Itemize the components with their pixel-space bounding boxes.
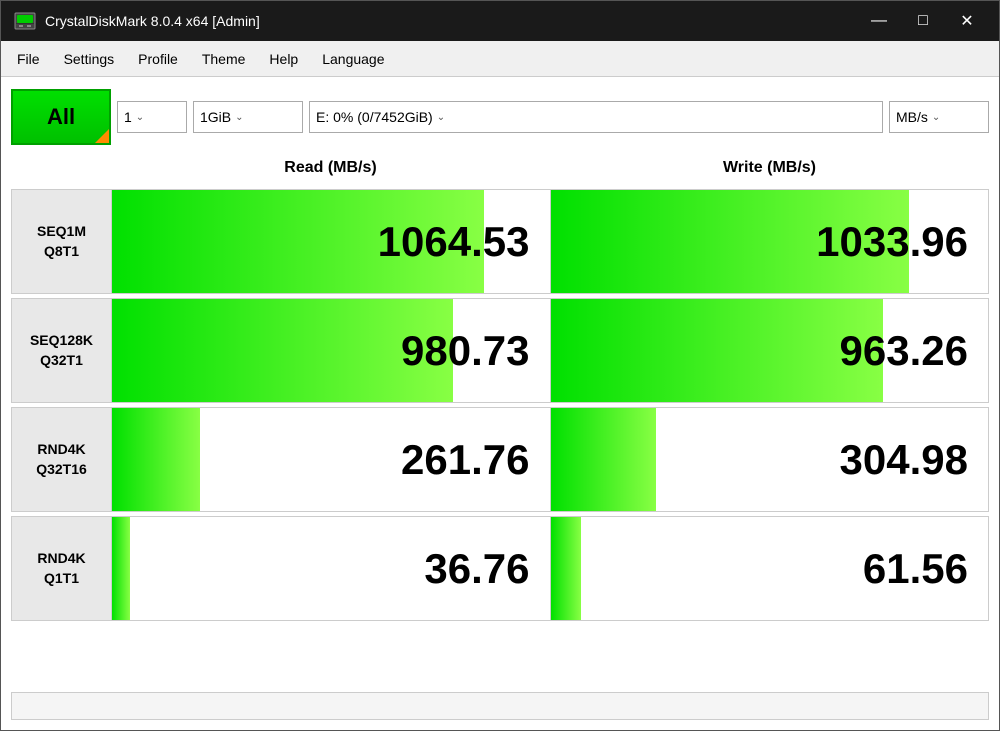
bench-read-rnd4k-q32t16: 261.76 (112, 408, 551, 511)
menu-theme[interactable]: Theme (190, 47, 258, 71)
read-bar-rnd4k-q1t1 (112, 517, 130, 620)
close-button[interactable]: ✕ (947, 6, 987, 36)
bench-write-rnd4k-q32t16: 304.98 (551, 408, 989, 511)
runs-value: 1 (124, 109, 132, 125)
write-bar-seq128k-q32t1 (551, 299, 884, 402)
write-bar-rnd4k-q1t1 (551, 517, 582, 620)
write-value-seq1m-q8t1: 1033.96 (816, 218, 968, 266)
size-dropdown[interactable]: 1GiB ⌄ (193, 101, 303, 133)
window-controls: — □ ✕ (859, 6, 987, 36)
read-value-rnd4k-q32t16: 261.76 (401, 436, 529, 484)
drive-dropdown[interactable]: E: 0% (0/7452GiB) ⌄ (309, 101, 883, 133)
bench-row-seq128k-q32t1: SEQ128K Q32T1 980.73 963.26 (11, 298, 989, 403)
bench-label-rnd4k-q32t16: RND4K Q32T16 (12, 408, 112, 511)
size-value: 1GiB (200, 109, 231, 125)
bench-label-seq128k-q32t1: SEQ128K Q32T1 (12, 299, 112, 402)
read-header: Read (MB/s) (111, 153, 550, 183)
bench-write-rnd4k-q1t1: 61.56 (551, 517, 989, 620)
drive-value: E: 0% (0/7452GiB) (316, 109, 433, 125)
bench-label-rnd4k-q1t1: RND4K Q1T1 (12, 517, 112, 620)
bench-read-rnd4k-q1t1: 36.76 (112, 517, 551, 620)
runs-arrow: ⌄ (136, 112, 144, 123)
bench-row-rnd4k-q32t16: RND4K Q32T16 261.76 304.98 (11, 407, 989, 512)
menu-bar: File Settings Profile Theme Help Languag… (1, 41, 999, 77)
main-content: All 1 ⌄ 1GiB ⌄ E: 0% (0/7452GiB) ⌄ MB/s … (1, 77, 999, 730)
minimize-button[interactable]: — (859, 6, 899, 36)
title-bar: CrystalDiskMark 8.0.4 x64 [Admin] — □ ✕ (1, 1, 999, 41)
write-value-seq128k-q32t1: 963.26 (840, 327, 968, 375)
read-bar-rnd4k-q32t16 (112, 408, 200, 511)
controls-row: All 1 ⌄ 1GiB ⌄ E: 0% (0/7452GiB) ⌄ MB/s … (11, 87, 989, 147)
status-bar (11, 692, 989, 720)
bench-write-seq1m-q8t1: 1033.96 (551, 190, 989, 293)
menu-language[interactable]: Language (310, 47, 396, 71)
menu-help[interactable]: Help (257, 47, 310, 71)
read-value-seq128k-q32t1: 980.73 (401, 327, 529, 375)
unit-value: MB/s (896, 109, 928, 125)
bench-label-seq1m-q8t1: SEQ1M Q8T1 (12, 190, 112, 293)
header-spacer (11, 153, 111, 183)
write-header: Write (MB/s) (550, 153, 989, 183)
drive-arrow: ⌄ (437, 112, 445, 123)
app-icon (13, 9, 37, 33)
window-title: CrystalDiskMark 8.0.4 x64 [Admin] (45, 13, 859, 29)
bench-row-rnd4k-q1t1: RND4K Q1T1 36.76 61.56 (11, 516, 989, 621)
column-headers: Read (MB/s) Write (MB/s) (11, 153, 989, 183)
bench-read-seq128k-q32t1: 980.73 (112, 299, 551, 402)
write-value-rnd4k-q1t1: 61.56 (863, 545, 968, 593)
app-window: CrystalDiskMark 8.0.4 x64 [Admin] — □ ✕ … (0, 0, 1000, 731)
runs-dropdown[interactable]: 1 ⌄ (117, 101, 187, 133)
bench-write-seq128k-q32t1: 963.26 (551, 299, 989, 402)
all-button[interactable]: All (11, 89, 111, 145)
read-value-rnd4k-q1t1: 36.76 (424, 545, 529, 593)
write-bar-rnd4k-q32t16 (551, 408, 656, 511)
write-value-rnd4k-q32t16: 304.98 (840, 436, 968, 484)
menu-profile[interactable]: Profile (126, 47, 190, 71)
bench-row-seq1m-q8t1: SEQ1M Q8T1 1064.53 1033.96 (11, 189, 989, 294)
menu-settings[interactable]: Settings (52, 47, 127, 71)
maximize-button[interactable]: □ (903, 6, 943, 36)
unit-dropdown[interactable]: MB/s ⌄ (889, 101, 989, 133)
bench-read-seq1m-q8t1: 1064.53 (112, 190, 551, 293)
unit-arrow: ⌄ (932, 112, 940, 123)
menu-file[interactable]: File (5, 47, 52, 71)
read-value-seq1m-q8t1: 1064.53 (378, 218, 530, 266)
size-arrow: ⌄ (235, 112, 243, 123)
benchmarks-container: SEQ1M Q8T1 1064.53 1033.96 SEQ128K Q32T1… (11, 189, 989, 682)
